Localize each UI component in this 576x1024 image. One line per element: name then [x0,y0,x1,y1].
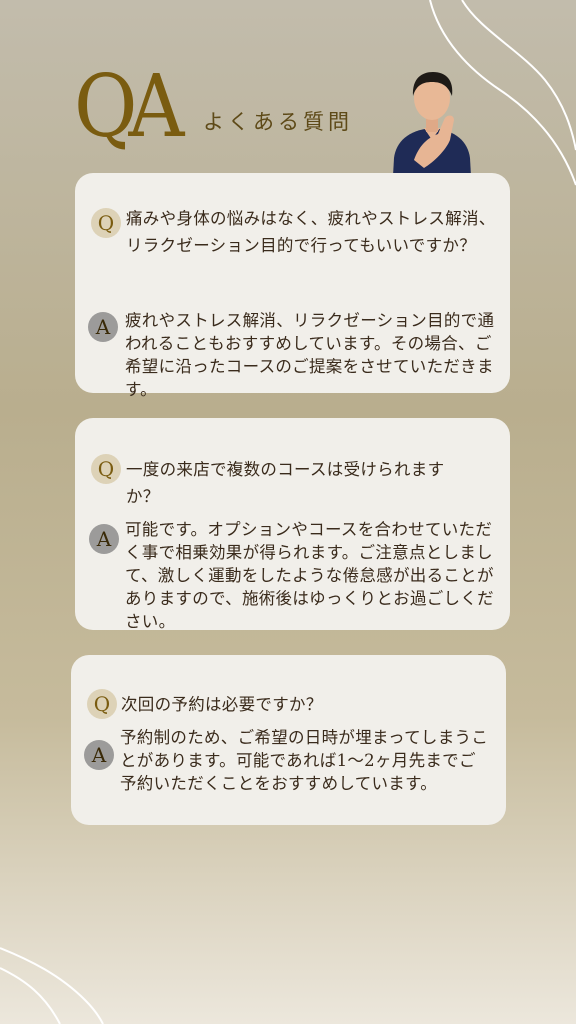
answer-text: 可能です。オプションやコースを合わせていただく事で相乗効果が得られます。ご注意点… [125,520,494,631]
qa-card-1: Q 痛みや身体の悩みはなく、疲れやストレス解消、リラクゼーション目的で行ってもい… [75,173,510,399]
qa-card-3: Q 次回の予約は必要ですか？ A 予約制のため、ご希望の日時が埋まってしまうこと… [71,655,506,825]
question-badge: Q [91,208,121,238]
answer-text: 疲れやストレス解消、リラクゼーション目的で通われることもおすすめしています。その… [125,311,495,399]
answer-badge: A [89,524,119,554]
question-text: 一度の来店で複数のコースは受けられますか？ [126,460,445,506]
question-badge: Q [91,454,121,484]
answer-badge: A [84,740,114,770]
qa-card-2: Q 一度の来店で複数のコースは受けられますか？ A 可能です。オプションやコース… [75,418,510,631]
question-badge: Q [87,689,117,719]
question-text: 次回の予約は必要ですか？ [121,695,323,714]
answer-badge: A [88,312,118,342]
page-subtitle: よくある質問 [203,110,353,134]
answer-text: 予約制のため、ご希望の日時が埋まってしまうことがあります。可能であれば1〜2ヶ月… [120,728,489,793]
qa-logo: QA [74,57,184,157]
question-text: 痛みや身体の悩みはなく、疲れやストレス解消、リラクゼーション目的で行ってもいいで… [126,209,496,255]
